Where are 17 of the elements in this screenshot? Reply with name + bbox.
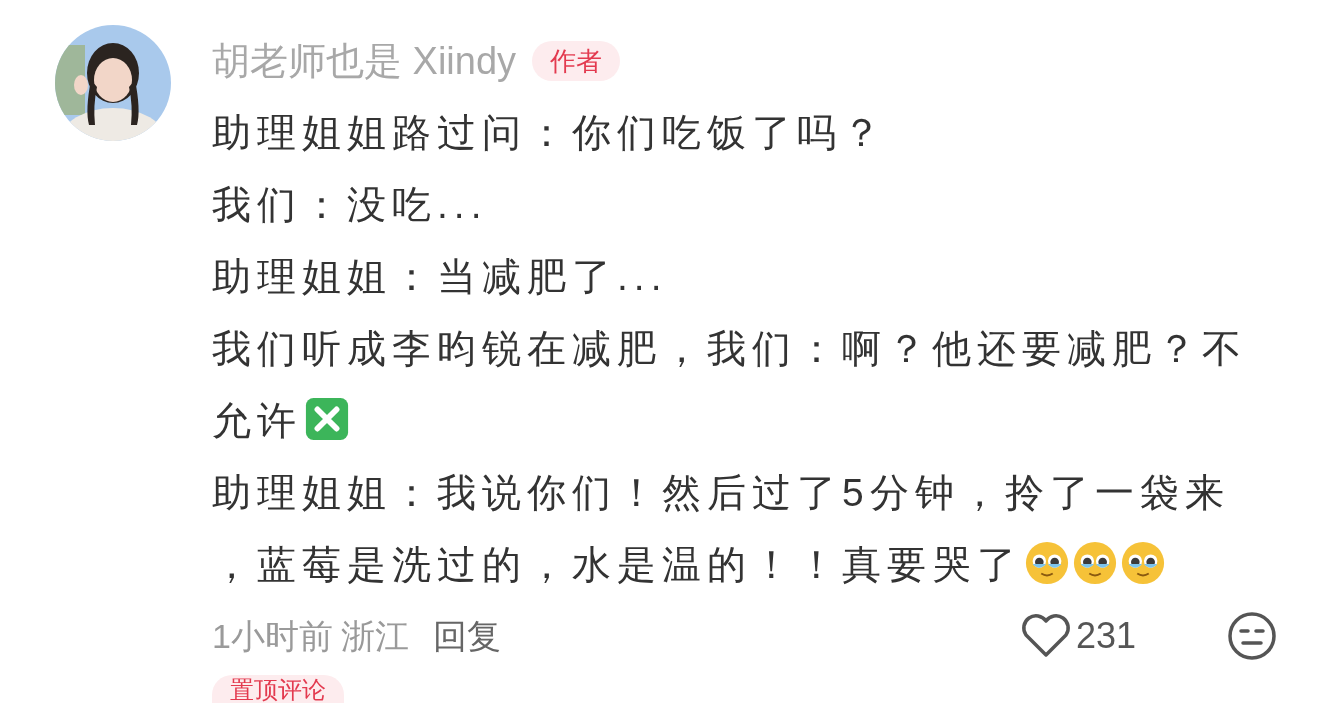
teary-face-icon (1072, 540, 1118, 586)
reply-button[interactable]: 回复 (432, 610, 501, 662)
comment-text: 我们：没吃... (212, 182, 489, 228)
pinned-tag: 置顶评论 (212, 675, 344, 704)
comment-text: 助理姐姐路过问：你们吃饭了吗？ (212, 110, 888, 156)
teary-face-icon (1024, 540, 1070, 586)
comment-text: 助理姐姐：当减肥了... (212, 254, 669, 300)
comment-location: 浙江 (340, 615, 409, 657)
like-count: 231 (1075, 614, 1136, 658)
comment-text: 我们听成李昀锐在减肥，我们：啊？他还要减肥？不允许 (212, 326, 1248, 444)
heart-icon[interactable] (1019, 613, 1072, 659)
comment-text: 助理姐姐：我说你们！然后过了5分钟，拎了一袋来，蓝莓是洗过的，水是温的！！真要哭了 (212, 470, 1231, 588)
cross-mark-icon (304, 396, 350, 442)
comment-time: 1小时前 (212, 615, 333, 657)
author-badge: 作者 (532, 40, 621, 82)
face-icon[interactable] (1226, 610, 1278, 662)
teary-face-icon (1120, 540, 1166, 586)
